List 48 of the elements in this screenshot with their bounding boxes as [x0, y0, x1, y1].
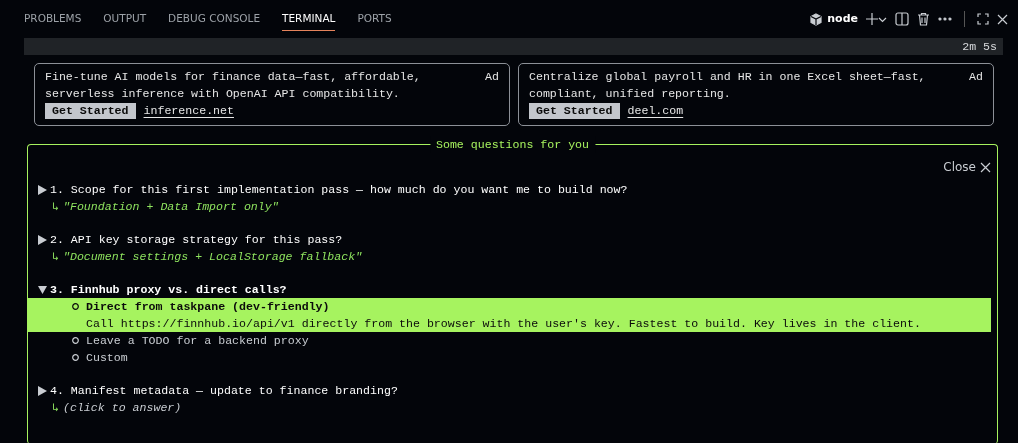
get-started-button[interactable]: Get Started: [529, 102, 620, 119]
elapsed-time: 2m 5s: [962, 39, 997, 55]
answer-option[interactable]: Direct from taskpane (dev-friendly) Call https://finnhub.io/api/v1 directly from the browser with the user's key. Fastest to build. Key lives in the client.: [28, 298, 991, 332]
get-started-button[interactable]: Get Started: [45, 102, 136, 119]
ad-text: Centralize global payroll and HR in one Excel sheet—fast, compliant, unified reporting.: [529, 69, 927, 102]
radio-icon: [72, 354, 79, 361]
more-icon[interactable]: [938, 17, 952, 21]
answer-text: "Foundation + Data Import only": [63, 199, 279, 215]
question-title[interactable]: 1. Scope for this first implementation pass — how much do you want me to build now?: [50, 181, 628, 198]
expand-triangle-icon[interactable]: [38, 385, 47, 396]
ad-link[interactable]: inference.net: [143, 102, 234, 119]
question-title[interactable]: 3. Finnhub proxy vs. direct calls?: [50, 281, 287, 298]
question-title[interactable]: 4. Manifest metadata — update to finance branding?: [50, 382, 398, 399]
plus-icon[interactable]: [866, 13, 878, 25]
question-title[interactable]: 2. API key storage strategy for this pass?: [50, 231, 343, 248]
answer-option[interactable]: Custom: [28, 349, 991, 366]
option-description: Call https://finnhub.io/api/v1 directly from the browser with the user's key. Fastest to build. Key lives in the client.: [85, 316, 922, 332]
answer-option[interactable]: Leave a TODO for a backend proxy: [28, 332, 991, 349]
maximize-icon[interactable]: [977, 13, 989, 25]
close-icon[interactable]: [997, 13, 1008, 25]
collapse-triangle-icon[interactable]: [38, 285, 47, 294]
close-icon: [980, 161, 991, 173]
panel-tab[interactable]: PORTS: [357, 7, 392, 31]
panel-tab[interactable]: PROBLEMS: [24, 7, 82, 31]
panel-tab[interactable]: OUTPUT: [103, 7, 147, 31]
option-label: Leave a TODO for a backend proxy: [86, 333, 309, 349]
terminal-name[interactable]: node: [827, 10, 858, 28]
radio-icon: [72, 337, 79, 344]
ad-text: Fine-tune AI models for finance data—fast, affordable, serverless inference with OpenAI API compatibility.: [45, 69, 422, 102]
ad-label: Ad: [969, 69, 983, 85]
option-label: Direct from taskpane (dev-friendly): [86, 299, 330, 315]
answer-text: (click to answer): [63, 400, 182, 416]
answer-arrow: ↳: [52, 249, 59, 265]
panel-tab[interactable]: DEBUG CONSOLE: [168, 7, 261, 31]
answer-arrow: ↳: [52, 199, 59, 215]
trash-icon[interactable]: [917, 12, 930, 26]
answer-text: "Document settings + LocalStorage fallback": [63, 249, 363, 265]
ad-label: Ad: [485, 69, 499, 85]
expand-triangle-icon[interactable]: [38, 234, 47, 245]
answer-arrow: ↳: [52, 400, 59, 416]
radio-icon: [72, 303, 79, 310]
split-icon[interactable]: [895, 12, 909, 26]
panel-tab[interactable]: TERMINAL: [282, 7, 336, 31]
option-label: Custom: [86, 350, 128, 366]
close-button[interactable]: Close: [943, 153, 991, 181]
cube-icon[interactable]: [810, 12, 823, 26]
expand-triangle-icon[interactable]: [38, 184, 47, 195]
ad-link[interactable]: deel.com: [627, 102, 684, 119]
